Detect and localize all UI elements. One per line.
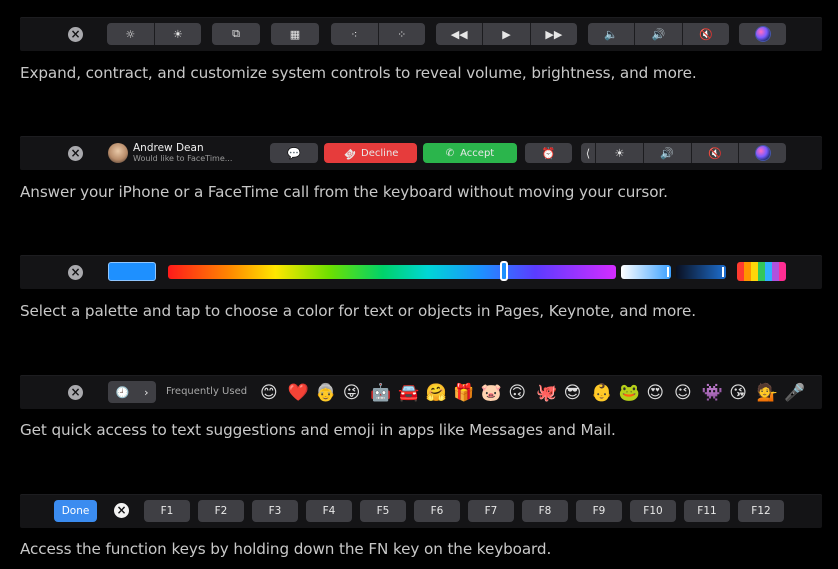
touch-bar-function-keys: Done × F1 F2 F3 F4 F5 F6 F7 F8 F9 F10 F11 F12 [20,494,822,528]
emoji-key[interactable]: 👵 [315,383,336,403]
siri-icon [755,27,770,41]
shade-handle[interactable] [722,267,724,277]
volume-down-icon[interactable]: 🔈 [588,23,634,45]
emoji-key[interactable]: 🙃 [508,383,526,403]
phone-down-icon: ☎ [340,144,358,162]
tint-handle[interactable] [667,267,669,277]
function-key-f5[interactable]: F5 [360,500,406,522]
function-key-f4[interactable]: F4 [306,500,352,522]
keyboard-brightness-group: ⁖ ⁘ [331,23,425,45]
function-key-f11[interactable]: F11 [684,500,730,522]
touch-bar-incoming-call: × Andrew Dean Would like to FaceTime... … [20,136,822,170]
selected-color-swatch[interactable] [108,262,156,281]
decline-button[interactable]: ☎ Decline [324,143,417,163]
caller-subtitle: Would like to FaceTime... [133,154,233,163]
brightness-up-icon[interactable]: ☀ [153,23,202,45]
close-icon[interactable]: × [114,503,129,518]
function-key-f1[interactable]: F1 [144,500,190,522]
function-key-f7[interactable]: F7 [468,500,514,522]
chevron-right-icon: › [144,385,149,399]
emoji-key[interactable]: 🎤 [784,383,805,403]
tint-slider[interactable] [621,265,671,279]
emoji-key[interactable]: 🤖 [370,383,391,403]
emoji-key[interactable]: 💁 [757,383,778,403]
emoji-key[interactable]: ❤️ [288,383,309,403]
rewind-icon[interactable]: ◀◀ [436,23,482,45]
emoji-key[interactable]: 😊 [260,383,278,403]
keyboard-light-down-icon[interactable]: ⁖ [331,23,378,45]
caption-emoji: Get quick access to text suggestions and… [20,421,616,439]
emoji-key[interactable]: 🚘 [398,383,419,403]
function-key-f12[interactable]: F12 [738,500,784,522]
close-icon[interactable]: × [68,265,83,280]
mute-icon[interactable]: 🔇 [690,143,739,163]
fast-forward-icon[interactable]: ▶▶ [529,23,577,45]
spectrum-handle[interactable] [500,261,508,281]
accept-button[interactable]: ✆ Accept [423,143,517,163]
touch-bar-emoji: × 🕘 › Frequently Used 😊 ❤️ 👵 😜 🤖 🚘 🤗 🎁 🐷 🙃 🐙 😎 👶 🐸 😍 😉 👾… [20,375,822,409]
function-key-f3[interactable]: F3 [252,500,298,522]
alarm-icon: ⏰ [541,146,556,160]
close-icon[interactable]: × [68,27,83,42]
caption-function-keys: Access the function keys by holding down… [20,540,552,558]
touch-bar-system-controls: × ☼ ☀ ⧉ ▦ ⁖ ⁘ ◀◀ ▶ ▶▶ 🔈 🔊 🔇 [20,17,822,51]
emoji-category-label: Frequently Used [166,386,248,397]
alarm-button[interactable]: ⏰ [525,143,572,163]
launchpad-icon[interactable]: ▦ [271,23,319,45]
avatar [108,143,128,163]
emoji-key[interactable]: 😘 [729,383,747,403]
function-key-f2[interactable]: F2 [198,500,244,522]
emoji-key[interactable]: 🐙 [536,383,557,403]
volume-group: 🔈 🔊 🔇 [588,23,729,45]
play-icon[interactable]: ▶ [482,23,529,45]
caller-name: Andrew Dean [133,142,204,154]
emoji-key[interactable]: 😎 [564,383,582,403]
emoji-key[interactable]: 🎁 [453,383,474,403]
caption-color-picker: Select a palette and tap to choose a col… [20,302,696,320]
mission-control-icon[interactable]: ⧉ [212,23,260,45]
brightness-down-icon[interactable]: ☼ [107,23,154,45]
siri-button[interactable] [738,143,786,163]
clock-icon: 🕘 [115,385,130,399]
decline-label: Decline [361,147,399,159]
emoji-key[interactable]: 😉 [674,383,692,403]
message-button[interactable]: 💬 [270,143,318,163]
emoji-key[interactable]: 😍 [646,383,664,403]
hue-spectrum-slider[interactable] [168,265,616,279]
function-key-f10[interactable]: F10 [630,500,676,522]
emoji-key[interactable]: 👾 [702,383,723,403]
emoji-category-button[interactable]: 🕘 › [108,381,156,403]
function-key-f8[interactable]: F8 [522,500,568,522]
chevron-left-icon[interactable]: ⟨ [581,143,595,163]
siri-icon [755,146,770,160]
close-icon[interactable]: × [68,385,83,400]
media-controls-group: ◀◀ ▶ ▶▶ [436,23,577,45]
touch-bar-color-picker: × [20,255,822,289]
emoji-key[interactable]: 🤗 [426,383,447,403]
message-icon: 💬 [287,146,301,160]
done-button[interactable]: Done [54,500,97,522]
siri-button[interactable] [739,23,786,45]
mute-icon[interactable]: 🔇 [681,23,729,45]
emoji-key[interactable]: 👶 [591,383,612,403]
keyboard-light-up-icon[interactable]: ⁘ [377,23,426,45]
palette-button[interactable] [737,262,786,281]
brightness-group: ☼ ☀ [107,23,201,45]
caption-system-controls: Expand, contract, and customize system c… [20,64,697,82]
emoji-key[interactable]: 🐸 [619,383,640,403]
close-icon[interactable]: × [68,146,83,161]
control-strip: ⟨ ☀ 🔊 🔇 [581,143,786,163]
volume-icon[interactable]: 🔊 [642,143,691,163]
volume-up-icon[interactable]: 🔊 [634,23,681,45]
shade-slider[interactable] [676,265,726,279]
emoji-key[interactable]: 😜 [343,383,361,403]
caption-incoming-call: Answer your iPhone or a FaceTime call fr… [20,183,668,201]
function-key-f9[interactable]: F9 [576,500,622,522]
phone-icon: ✆ [445,147,455,159]
function-key-f6[interactable]: F6 [414,500,460,522]
brightness-icon[interactable]: ☀ [595,143,643,163]
accept-label: Accept [460,147,495,159]
emoji-key[interactable]: 🐷 [481,383,502,403]
